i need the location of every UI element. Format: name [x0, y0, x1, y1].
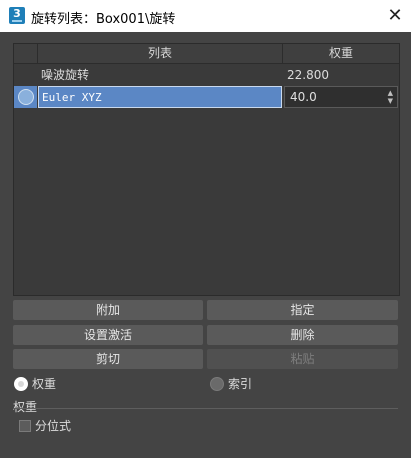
delete-button[interactable]: 删除: [207, 325, 398, 345]
list-row[interactable]: 噪波旋转 22.800: [14, 64, 399, 86]
header-weight[interactable]: 权重: [283, 44, 399, 64]
spinner-arrows-icon[interactable]: ▲ ▼: [388, 89, 393, 105]
controller-name[interactable]: 噪波旋转: [38, 64, 282, 86]
close-icon[interactable]: ✕: [379, 0, 411, 32]
weights-section-label: 权重: [13, 400, 38, 414]
controller-name[interactable]: Euler XYZ: [38, 86, 282, 108]
window-title: 旋转列表：Box001\旋转: [31, 12, 176, 27]
paste-button: 粘贴: [207, 349, 398, 369]
section-divider: [13, 408, 398, 409]
header-list[interactable]: 列表: [38, 44, 283, 64]
app-icon-label: 3: [13, 7, 21, 20]
weight-spinner[interactable]: 40.0 ▲ ▼: [284, 86, 398, 108]
cut-button[interactable]: 剪切: [13, 349, 203, 369]
append-button[interactable]: 附加: [13, 300, 203, 320]
checkbox-icon[interactable]: [19, 420, 31, 432]
title-bar: 3 旋转列表：Box001\旋转 ✕: [0, 0, 411, 32]
header-active-column: [14, 44, 38, 64]
radio-off-icon[interactable]: [210, 377, 224, 391]
weight-spinner-value[interactable]: 40.0: [290, 87, 317, 107]
active-marker-cell[interactable]: [14, 86, 37, 108]
assign-button[interactable]: 指定: [207, 300, 398, 320]
set-active-button[interactable]: 设置激活: [13, 325, 203, 345]
index-radio-label[interactable]: 索引: [228, 376, 252, 392]
average-weights-label[interactable]: 分位式: [35, 418, 71, 434]
weight-radio-label[interactable]: 权重: [32, 376, 56, 392]
active-marker-cell[interactable]: [14, 64, 37, 86]
active-controller-icon: [18, 89, 34, 105]
controller-weight[interactable]: 22.800: [284, 64, 398, 86]
radio-on-icon[interactable]: [14, 377, 28, 391]
controller-list[interactable]: 列表 权重 噪波旋转 22.800 Euler XYZ 40.0 ▲ ▼: [13, 43, 400, 296]
3dsmax-app-icon: 3: [9, 7, 25, 24]
list-row-selected[interactable]: Euler XYZ 40.0 ▲ ▼: [14, 86, 399, 108]
